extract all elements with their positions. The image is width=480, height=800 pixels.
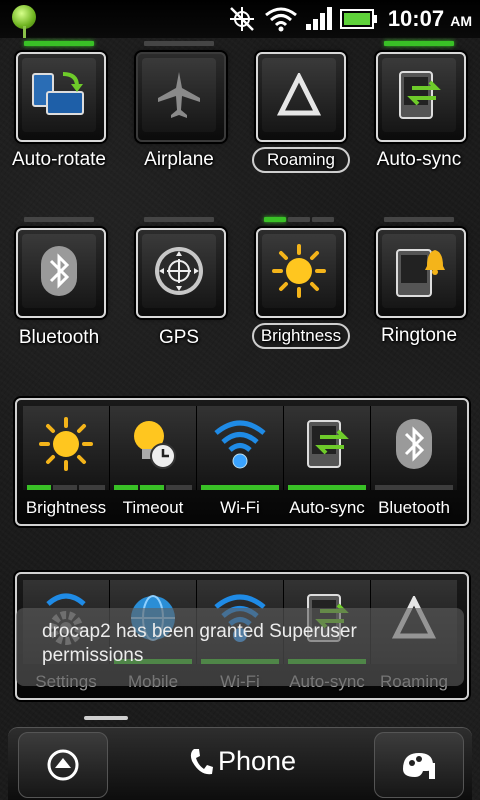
- toast-message: drocap2 has been granted Superuser permi…: [42, 621, 357, 666]
- strip-auto-sync[interactable]: Auto-sync: [284, 406, 371, 517]
- strip-timeout[interactable]: Timeout: [110, 406, 197, 517]
- bluetooth-icon: [41, 246, 77, 296]
- toggle-label: Ringtone: [380, 325, 458, 346]
- wifi-icon: [214, 420, 266, 469]
- toggle-label: Brightness: [252, 323, 350, 349]
- toggle-label: GPS: [158, 327, 200, 348]
- strip-label: Bluetooth: [378, 498, 450, 517]
- toggle-label: Roaming: [252, 147, 350, 173]
- roaming-icon: [277, 73, 321, 116]
- auto-sync-icon: [307, 420, 349, 468]
- auto-sync-icon: [399, 71, 441, 119]
- personalize-button[interactable]: [374, 732, 464, 798]
- toggle-label: Auto-sync: [376, 149, 462, 170]
- personalize-icon: [403, 753, 435, 779]
- auto-rotate-icon: [32, 72, 84, 115]
- all-apps-button[interactable]: [18, 732, 108, 798]
- page-indicator: [84, 716, 128, 720]
- toggle-label: Bluetooth: [18, 327, 100, 348]
- bottom-dock: Phone: [8, 728, 472, 800]
- strip-brightness[interactable]: Brightness: [23, 406, 110, 517]
- status-bar: 10:07 AM: [0, 0, 480, 38]
- gps-off-icon: [230, 7, 254, 31]
- superuser-toast: drocap2 has been granted Superuser permi…: [16, 608, 464, 686]
- strip-wifi[interactable]: Wi-Fi: [197, 406, 284, 517]
- timeout-bulb-clock-icon: [134, 421, 176, 469]
- toggle-label: Airplane: [144, 149, 214, 170]
- battery-icon: [340, 9, 377, 29]
- bluetooth-icon: [396, 419, 432, 469]
- brightness-sun-icon: [272, 244, 326, 298]
- status-clock: 10:07 AM: [387, 6, 472, 31]
- brightness-sun-icon: [39, 417, 93, 471]
- phone-button[interactable]: Phone: [188, 746, 296, 777]
- airplane-icon: [158, 72, 200, 118]
- cell-signal-icon: [306, 7, 332, 30]
- strip-bluetooth[interactable]: Bluetooth: [371, 406, 457, 517]
- power-control-strip: Brightness Timeout Wi-Fi Auto-sync Bluet…: [15, 398, 469, 526]
- toggle-label: Auto-rotate: [12, 149, 106, 170]
- wifi-signal-icon: [265, 7, 297, 32]
- gps-icon: [155, 247, 203, 295]
- ringtone-icon: [396, 249, 445, 297]
- phone-handset-icon: [190, 748, 213, 774]
- phone-label: Phone: [218, 746, 297, 776]
- up-arrow-circle-icon: [47, 749, 79, 781]
